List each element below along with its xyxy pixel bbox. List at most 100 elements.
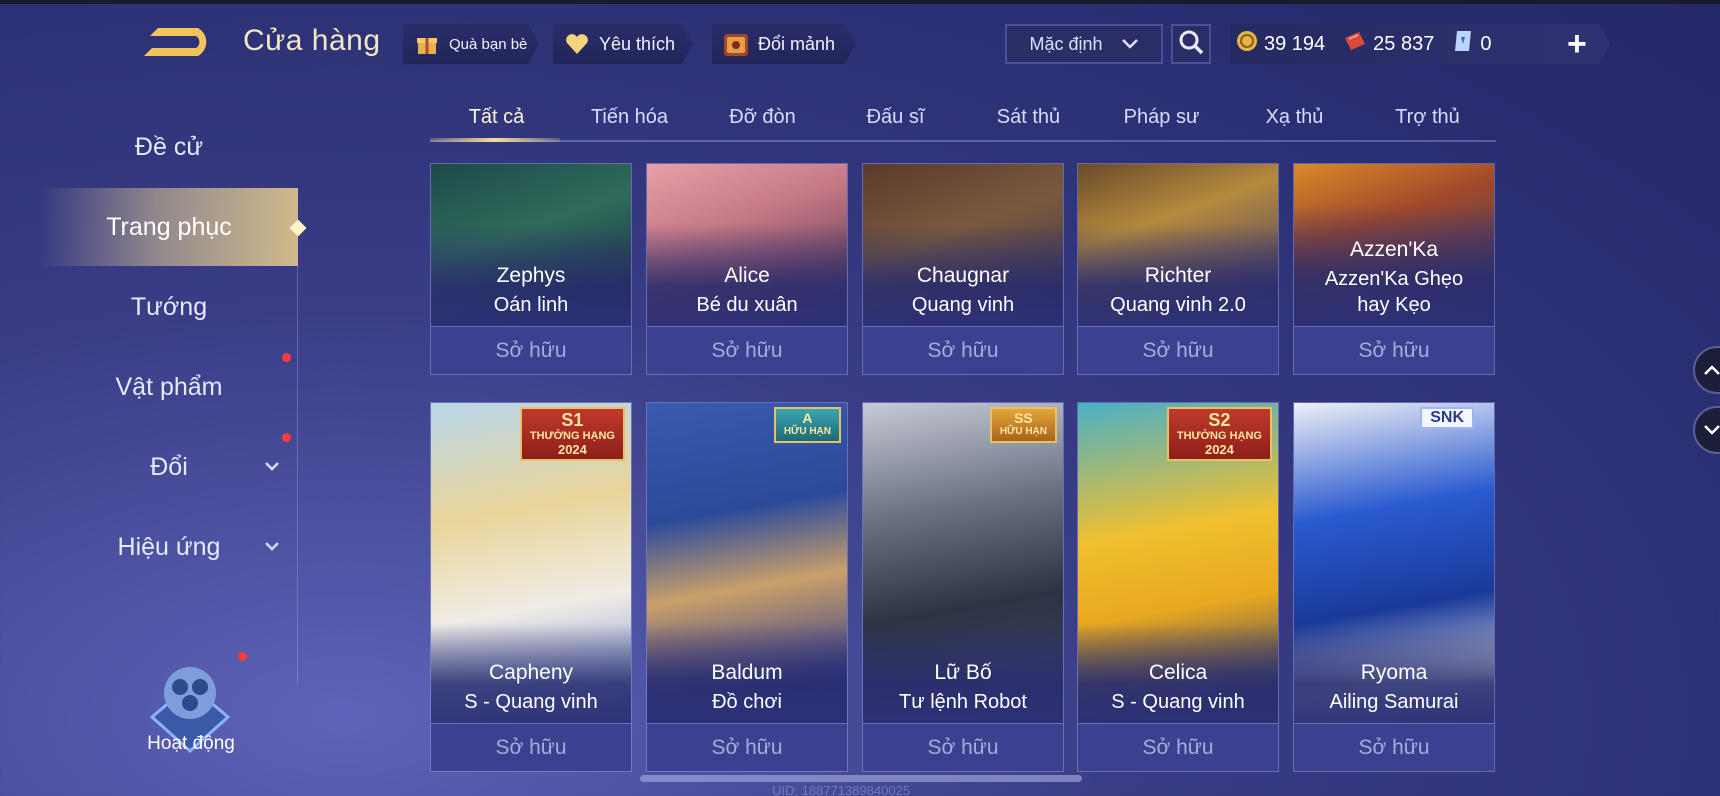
hero-name: Chaugnar (916, 264, 1010, 287)
skin-name: Oán linh (493, 294, 569, 316)
rank-reward-badge: S1 THƯỞNG HẠNG 2024 (519, 407, 625, 461)
voucher-currency: 25 837 (1343, 30, 1434, 58)
tab-mage[interactable]: Pháp sư (1095, 100, 1228, 140)
sidebar-item-exchange[interactable]: Đổi (40, 428, 298, 506)
skin-card-alice[interactable]: Alice Bé du xuân Sở hữu (646, 163, 848, 375)
back-icon[interactable] (140, 22, 216, 62)
skin-card-ryoma[interactable]: SNK Ryoma Ailing Samurai Sở hữu (1293, 402, 1495, 772)
skin-card-celica[interactable]: S2 THƯỞNG HẠNG 2024 Celica S - Quang vin… (1077, 402, 1279, 772)
gold-coin-icon (1236, 30, 1258, 58)
skin-name: S - Quang vinh (1111, 691, 1245, 713)
skin-card-chaugnar[interactable]: Chaugnar Quang vinh Sở hữu (862, 163, 1064, 375)
skin-card-baldum[interactable]: A HỮU HẠN Baldum Đồ chơi Sở hữu (646, 402, 848, 772)
limited-badge: SS HỮU HẠN (989, 407, 1057, 443)
sort-selected-value: Mặc định (1029, 33, 1103, 54)
sidebar-item-effects[interactable]: Hiệu ứng (40, 508, 298, 586)
skin-name: Quang vinh 2.0 (1110, 294, 1246, 316)
hero-name: Celica (1148, 661, 1208, 684)
tab-marksman[interactable]: Xạ thủ (1228, 100, 1361, 140)
tab-all[interactable]: Tất cả (430, 100, 563, 140)
heart-icon (563, 30, 591, 58)
notification-dot (282, 433, 291, 442)
tab-fighter[interactable]: Đấu sĩ (829, 100, 962, 140)
hero-name: Alice (724, 264, 770, 287)
sidebar-item-label: Đổi (150, 452, 188, 481)
sidebar-item-label: Trang phục (106, 212, 232, 241)
owned-status: Sở hữu (647, 326, 847, 374)
shard-exchange-button[interactable]: Đổi mảnh (712, 24, 856, 64)
tab-support[interactable]: Trợ thủ (1361, 100, 1494, 140)
skin-name: Ailing Samurai (1329, 691, 1459, 713)
uid-label: UID: 188771389840025 (772, 783, 911, 796)
diamond-card-icon (1452, 29, 1474, 59)
sidebar-item-heroes[interactable]: Tướng (40, 268, 298, 346)
owned-status: Sở hữu (1078, 723, 1278, 771)
gold-amount: 39 194 (1264, 32, 1326, 55)
tab-tank[interactable]: Đỡ đòn (696, 100, 829, 140)
chevron-down-icon (1121, 34, 1139, 55)
chevron-up-icon (1703, 360, 1720, 381)
skin-card-azzenka[interactable]: Azzen'Ka Azzen'Ka Ghẹo hay Kẹo Sở hữu (1293, 163, 1495, 375)
owned-status: Sở hữu (647, 723, 847, 771)
shard-chest-icon (722, 30, 750, 58)
hero-name: Ryoma (1360, 661, 1428, 684)
sidebar-item-label: Vật phẩm (115, 372, 223, 401)
sidebar-item-featured[interactable]: Đề cử (40, 108, 298, 186)
skin-name: S - Quang vinh (464, 691, 598, 713)
favorites-button[interactable]: Yêu thích (553, 24, 693, 64)
gold-currency: 39 194 (1236, 30, 1325, 58)
voucher-icon (1343, 30, 1367, 58)
diamond-amount: 0 (1480, 32, 1492, 55)
sidebar-item-label: Hiệu ứng (117, 532, 221, 561)
friend-gift-label: Quà bạn bè (449, 35, 528, 53)
add-currency-icon[interactable]: + (1567, 24, 1587, 64)
hero-name: Azzen'Ka (1349, 238, 1439, 261)
search-icon (1178, 29, 1204, 60)
sidebar-item-items[interactable]: Vật phẩm (40, 348, 298, 426)
owned-status: Sở hữu (431, 326, 631, 374)
scroll-up-button[interactable] (1693, 346, 1720, 394)
tab-evolution[interactable]: Tiến hóa (563, 100, 696, 140)
diamond-currency: 0 (1452, 29, 1491, 59)
owned-status: Sở hữu (863, 326, 1063, 374)
skin-card-zephys[interactable]: Zephys Oán linh Sở hữu (430, 163, 632, 375)
activity-label: Hoạt động (147, 733, 235, 754)
hero-name: Lữ Bố (934, 661, 992, 684)
snk-collab-badge: SNK (1420, 407, 1474, 429)
sidebar-item-label: Đề cử (134, 132, 204, 161)
sort-dropdown[interactable]: Mặc định (1005, 24, 1163, 64)
skin-name: Quang vinh (911, 294, 1015, 316)
skin-card-richter[interactable]: Richter Quang vinh 2.0 Sở hữu (1077, 163, 1279, 375)
skin-name: Đồ chơi (712, 691, 782, 713)
owned-status: Sở hữu (431, 723, 631, 771)
gift-icon (413, 30, 441, 58)
shard-exchange-label: Đổi mảnh (758, 33, 836, 54)
tab-assassin[interactable]: Sát thủ (962, 100, 1095, 140)
hero-name: Richter (1144, 264, 1212, 287)
category-tabs: Tất cả Tiến hóa Đỡ đòn Đấu sĩ Sát thủ Ph… (430, 100, 1496, 142)
active-tab-indicator (430, 138, 560, 142)
search-button[interactable] (1171, 24, 1211, 64)
top-border (0, 0, 1720, 4)
chevron-down-icon[interactable] (264, 455, 280, 476)
sidebar-item-skins[interactable]: Trang phục (40, 188, 298, 266)
currency-bar: 39 194 25 837 0 (1230, 24, 1610, 64)
skin-name: Azzen'Ka Ghẹo hay Kẹo (1324, 268, 1464, 316)
hero-name: Baldum (711, 661, 783, 684)
sidebar-item-label: Tướng (130, 292, 208, 321)
owned-status: Sở hữu (1294, 326, 1494, 374)
chevron-down-icon[interactable] (264, 535, 280, 556)
skin-card-lu-bo[interactable]: SS HỮU HẠN Lữ Bố Tư lệnh Robot Sở hữu (862, 402, 1064, 772)
skin-card-capheny[interactable]: S1 THƯỞNG HẠNG 2024 Capheny S - Quang vi… (430, 402, 632, 772)
favorites-label: Yêu thích (599, 33, 676, 54)
scroll-down-button[interactable] (1693, 406, 1720, 454)
horizontal-scrollbar[interactable] (640, 775, 1082, 782)
voucher-amount: 25 837 (1373, 32, 1435, 55)
notification-dot (238, 652, 247, 661)
limited-badge: A HỮU HẠN (773, 407, 841, 443)
chevron-down-icon (1703, 420, 1720, 441)
page-title: Cửa hàng (243, 24, 381, 57)
friend-gift-button[interactable]: Quà bạn bè (403, 24, 539, 64)
owned-status: Sở hữu (1294, 723, 1494, 771)
owned-status: Sở hữu (863, 723, 1063, 771)
